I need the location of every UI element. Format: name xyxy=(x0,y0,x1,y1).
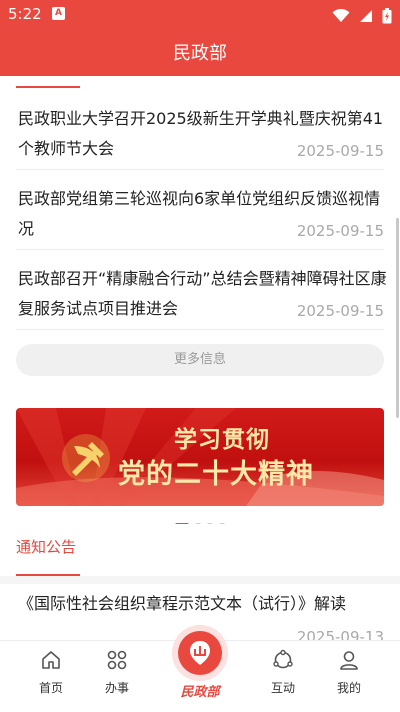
ministry-logo-icon xyxy=(190,641,210,665)
notification-icon: A xyxy=(52,7,65,20)
banner-subheadline: 党的二十大精神 xyxy=(118,459,314,490)
bottom-tab-bar: 首页 办事 民政部 互动 我的 xyxy=(0,625,400,712)
page-title: 民政部 xyxy=(173,43,227,64)
interaction-icon xyxy=(273,649,293,669)
banner-carousel[interactable]: 学习贯彻 党的二十大精神 xyxy=(16,408,384,506)
status-bar: 5:22 A xyxy=(0,0,400,28)
scrollbar[interactable] xyxy=(396,218,399,418)
notice-title: 《国际性社会组织章程示范文本（试行）》解读 xyxy=(18,594,347,613)
news-date: 2025-09-15 xyxy=(296,222,384,240)
tab-label: 民政部 xyxy=(180,685,220,700)
tab-indicator xyxy=(16,86,80,88)
grid-icon xyxy=(107,650,127,670)
notice-tab-indicator xyxy=(16,574,80,576)
home-icon xyxy=(42,651,60,669)
tab-label: 互动 xyxy=(270,681,295,695)
news-date: 2025-09-15 xyxy=(296,142,384,160)
notice-header: 通知公告 xyxy=(0,524,400,576)
news-list: 民政职业大学召开2025级新生开学典礼暨庆祝第41个教师节大会 2025-09-… xyxy=(0,76,400,390)
more-info-button[interactable]: 更多信息 xyxy=(16,344,384,376)
banner-headline: 学习贯彻 xyxy=(174,426,270,453)
status-icons xyxy=(328,5,392,23)
party-emblem-icon xyxy=(62,434,110,482)
news-date: 2025-09-15 xyxy=(296,302,384,320)
status-time: 5:22 xyxy=(8,5,42,23)
tab-label: 首页 xyxy=(38,681,63,695)
battery-icon xyxy=(382,7,392,23)
wifi-icon xyxy=(332,8,350,22)
banner-section: 学习贯彻 党的二十大精神 xyxy=(0,390,400,527)
news-item[interactable]: 民政部党组第三轮巡视向6家单位党组织反馈巡视情况 2025-09-15 xyxy=(16,170,384,250)
notice-tab[interactable]: 通知公告 xyxy=(16,536,76,557)
tab-ministry-center[interactable]: 民政部 xyxy=(168,625,232,712)
content-scroll[interactable]: 民政职业大学召开2025级新生开学典礼暨庆祝第41个教师节大会 2025-09-… xyxy=(0,76,400,640)
signal-icon xyxy=(359,9,372,22)
center-button xyxy=(178,631,222,675)
tab-home[interactable]: 首页 xyxy=(18,641,84,712)
notice-date: 2025-09-13 xyxy=(296,628,384,640)
user-icon xyxy=(340,651,358,670)
tab-interact[interactable]: 互动 xyxy=(250,641,316,712)
tab-label: 我的 xyxy=(336,681,361,695)
tab-label: 办事 xyxy=(104,681,129,695)
carousel-indicator xyxy=(0,514,400,527)
news-item[interactable]: 民政职业大学召开2025级新生开学典礼暨庆祝第41个教师节大会 2025-09-… xyxy=(16,90,384,170)
app-header: 民政部 xyxy=(0,28,400,76)
news-item[interactable]: 民政部召开“精康融合行动”总结会暨精神障碍社区康复服务试点项目推进会 2025-… xyxy=(16,250,387,330)
tab-mine[interactable]: 我的 xyxy=(316,641,382,712)
tab-services[interactable]: 办事 xyxy=(84,641,150,712)
